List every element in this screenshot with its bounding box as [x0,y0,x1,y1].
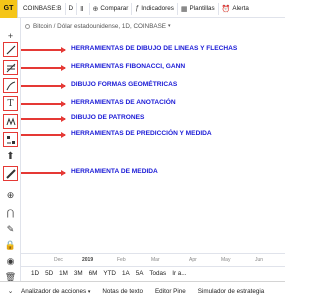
annotation-label: HERRAMIENTAS DE PREDICCIÓN Y MEDIDA [71,130,212,137]
indicators-button[interactable]: ƒ Indicadores [132,0,176,18]
tab-label: Analizador de acciones [21,287,87,295]
crosshair-icon[interactable]: + [3,28,18,43]
annotation-label: DIBUJO FORMAS GEOMÉTRICAS [71,81,178,88]
period-selector: 1D 5D 1M 3M 6M YTD 1A 5A Todas Ir a... [21,266,285,279]
chevron-down-icon[interactable]: ⌄ [0,287,21,295]
annotation-label: HERRAMIENTAS FIBONACCI, GANN [71,63,186,70]
alarm-clock-icon: ⏰ [221,5,231,13]
magnet-icon: ⋂ [6,208,15,218]
drawing-toolbar: + T ⬆ ⊕ ⋂ ✎ 🔒 ◉ 🗑 [0,18,21,300]
axis-tick-label: May [221,256,231,263]
bar-chart-icon: Ⅱ [80,5,84,13]
top-toolbar: GT COINBASE:B D Ⅱ ⊕ Comparar ƒ Indicador… [0,0,285,18]
period-all[interactable]: Todas [149,270,166,277]
period-6m[interactable]: 6M [89,270,98,277]
period-1m[interactable]: 1M [59,270,68,277]
annotation-label: HERRAMIENTAS DE ANOTACIÓN [71,99,176,106]
period-ytd[interactable]: YTD [103,270,116,277]
templates-button[interactable]: ▦ Plantillas [178,0,218,18]
text-icon: T [7,98,14,109]
symbol-label: COINBASE:B [23,5,62,12]
templates-label: Plantillas [189,5,215,12]
patterns-tool[interactable] [3,114,18,129]
annotation-label: HERRAMIENTAS DE DIBUJO DE LINEAS Y FLECH… [71,45,238,52]
time-axis[interactable]: Dec 2019 Feb Mar Apr May Jun [21,253,285,265]
axis-tick-label: Dec [54,256,63,263]
fibonacci-tool[interactable] [3,60,18,75]
axis-tick-label: Feb [117,256,126,263]
axis-tick-label: Jun [255,256,264,263]
geometric-shapes-tool[interactable] [3,78,18,93]
plus-circle-icon: ⊕ [92,5,99,13]
prediction-measure-tool[interactable] [3,132,18,147]
hide-drawings-tool[interactable]: ◉ [3,254,18,269]
tab-text-notes[interactable]: Notas de texto [102,288,143,295]
magnet-tool[interactable]: ⋂ [3,206,18,221]
chevron-down-icon: ▾ [87,288,91,295]
chevron-down-icon: ▾ [168,23,171,29]
annotation-tool[interactable]: T [3,96,18,111]
zoom-in-icon: ⊕ [6,190,15,200]
period-5d[interactable]: 5D [45,270,53,277]
axis-tick-label: 2019 [82,256,94,263]
annotation-arrow [21,101,66,106]
ruler-icon [5,168,16,179]
bottom-panel-tabs: ⌄ Analizador de acciones ▾ Notas de text… [0,281,285,300]
annotation-arrow [21,65,66,70]
pattern-icon [6,117,15,125]
tab-pine-editor[interactable]: Editor Pine [155,288,186,295]
compare-label: Comparar [100,5,129,12]
zoom-in-tool[interactable]: ⊕ [3,188,18,203]
tab-stock-screener[interactable]: Analizador de acciones ▾ [21,288,90,295]
compare-button[interactable]: ⊕ Comparar [90,0,132,18]
pencil-lock-icon: ✎ [6,224,15,234]
lock-tool[interactable]: 🔒 [3,238,18,253]
symbol-dot-icon [25,23,30,29]
indicator-fx-icon: ƒ [135,5,140,12]
axis-tick-label: Apr [189,256,197,263]
measure-tool[interactable] [3,166,18,181]
lock-icon: 🔒 [4,240,17,250]
period-3m[interactable]: 3M [74,270,83,277]
trend-line-icon [6,45,15,54]
annotation-label: HERRAMIENTA DE MEDIDA [71,168,158,175]
fibonacci-icon [6,63,15,72]
indicators-label: Indicadores [141,5,174,12]
grid-icon: ▦ [180,5,188,13]
app-logo[interactable]: GT [0,0,18,18]
period-1a[interactable]: 1A [122,270,130,277]
alert-button[interactable]: ⏰ Alerta [219,0,252,18]
chart-legend[interactable]: Bitcoin / Dólar estadounidense, 1D, COIN… [25,20,171,32]
annotation-arrow [21,132,66,137]
annotation-arrow [21,170,66,175]
annotation-arrow [21,47,66,52]
favorite-tools-button[interactable]: ⬆ [3,149,18,164]
stay-drawing-tool[interactable]: ✎ [3,222,18,237]
eye-icon: ◉ [6,256,15,266]
chart-title: Bitcoin / Dólar estadounidense, 1D, COIN… [33,22,167,30]
goto-date-button[interactable]: Ir a... [172,270,186,277]
chart-style-button[interactable]: Ⅱ [77,0,88,18]
alert-label: Alerta [232,5,249,12]
interval-button[interactable]: D [66,0,77,18]
period-1d[interactable]: 1D [31,270,39,277]
forecast-icon [6,135,15,144]
period-5a[interactable]: 5A [136,270,144,277]
brush-icon [6,81,15,90]
axis-tick-label: Mar [151,256,160,263]
arrow-up-circle-icon: ⬆ [6,151,15,162]
annotation-label: DIBUJO DE PATRONES [71,114,145,121]
annotation-arrow [21,116,66,121]
annotation-arrow [21,83,66,88]
symbol-search-button[interactable]: COINBASE:B [18,0,65,18]
tab-strategy-tester[interactable]: Simulador de estrategia [198,288,265,295]
trend-line-tool[interactable] [3,42,18,57]
